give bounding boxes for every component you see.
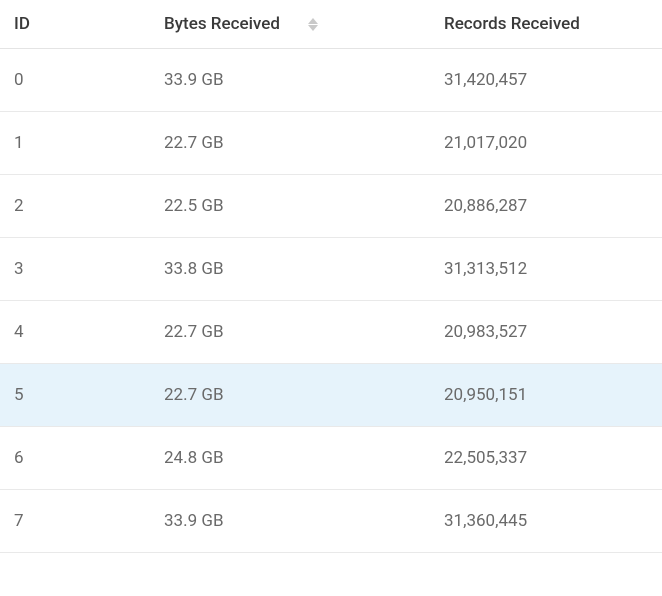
table-header-row: ID Bytes Received Records Received (0, 0, 662, 49)
cell-id: 2 (0, 175, 150, 238)
cell-records: 20,886,287 (430, 175, 662, 238)
table-row[interactable]: 122.7 GB21,017,020 (0, 112, 662, 175)
column-header-bytes-label: Bytes Received (164, 14, 280, 34)
table-row[interactable]: 222.5 GB20,886,287 (0, 175, 662, 238)
column-header-records-label: Records Received (444, 14, 580, 34)
table-row[interactable]: 422.7 GB20,983,527 (0, 301, 662, 364)
cell-id: 7 (0, 490, 150, 553)
cell-id: 3 (0, 238, 150, 301)
cell-id: 6 (0, 427, 150, 490)
column-header-id[interactable]: ID (0, 0, 150, 49)
cell-bytes: 33.9 GB (150, 490, 430, 553)
cell-bytes: 22.7 GB (150, 301, 430, 364)
cell-records: 31,420,457 (430, 49, 662, 112)
table-row[interactable]: 333.8 GB31,313,512 (0, 238, 662, 301)
table-body: 033.9 GB31,420,457122.7 GB21,017,020222.… (0, 49, 662, 553)
cell-records: 22,505,337 (430, 427, 662, 490)
cell-id: 1 (0, 112, 150, 175)
cell-id: 4 (0, 301, 150, 364)
table-row[interactable]: 033.9 GB31,420,457 (0, 49, 662, 112)
column-header-id-label: ID (14, 14, 30, 34)
cell-id: 0 (0, 49, 150, 112)
cell-records: 31,313,512 (430, 238, 662, 301)
cell-records: 21,017,020 (430, 112, 662, 175)
cell-records: 31,360,445 (430, 490, 662, 553)
table-row[interactable]: 624.8 GB22,505,337 (0, 427, 662, 490)
cell-bytes: 22.7 GB (150, 112, 430, 175)
table-row[interactable]: 522.7 GB20,950,151 (0, 364, 662, 427)
column-header-records[interactable]: Records Received (430, 0, 662, 49)
cell-records: 20,983,527 (430, 301, 662, 364)
cell-bytes: 33.8 GB (150, 238, 430, 301)
table-row[interactable]: 733.9 GB31,360,445 (0, 490, 662, 553)
cell-id: 5 (0, 364, 150, 427)
data-table: ID Bytes Received Records Received 033.9… (0, 0, 662, 553)
cell-bytes: 24.8 GB (150, 427, 430, 490)
sort-icon[interactable] (308, 18, 318, 31)
cell-records: 20,950,151 (430, 364, 662, 427)
cell-bytes: 22.7 GB (150, 364, 430, 427)
cell-bytes: 22.5 GB (150, 175, 430, 238)
cell-bytes: 33.9 GB (150, 49, 430, 112)
column-header-bytes[interactable]: Bytes Received (150, 0, 430, 49)
